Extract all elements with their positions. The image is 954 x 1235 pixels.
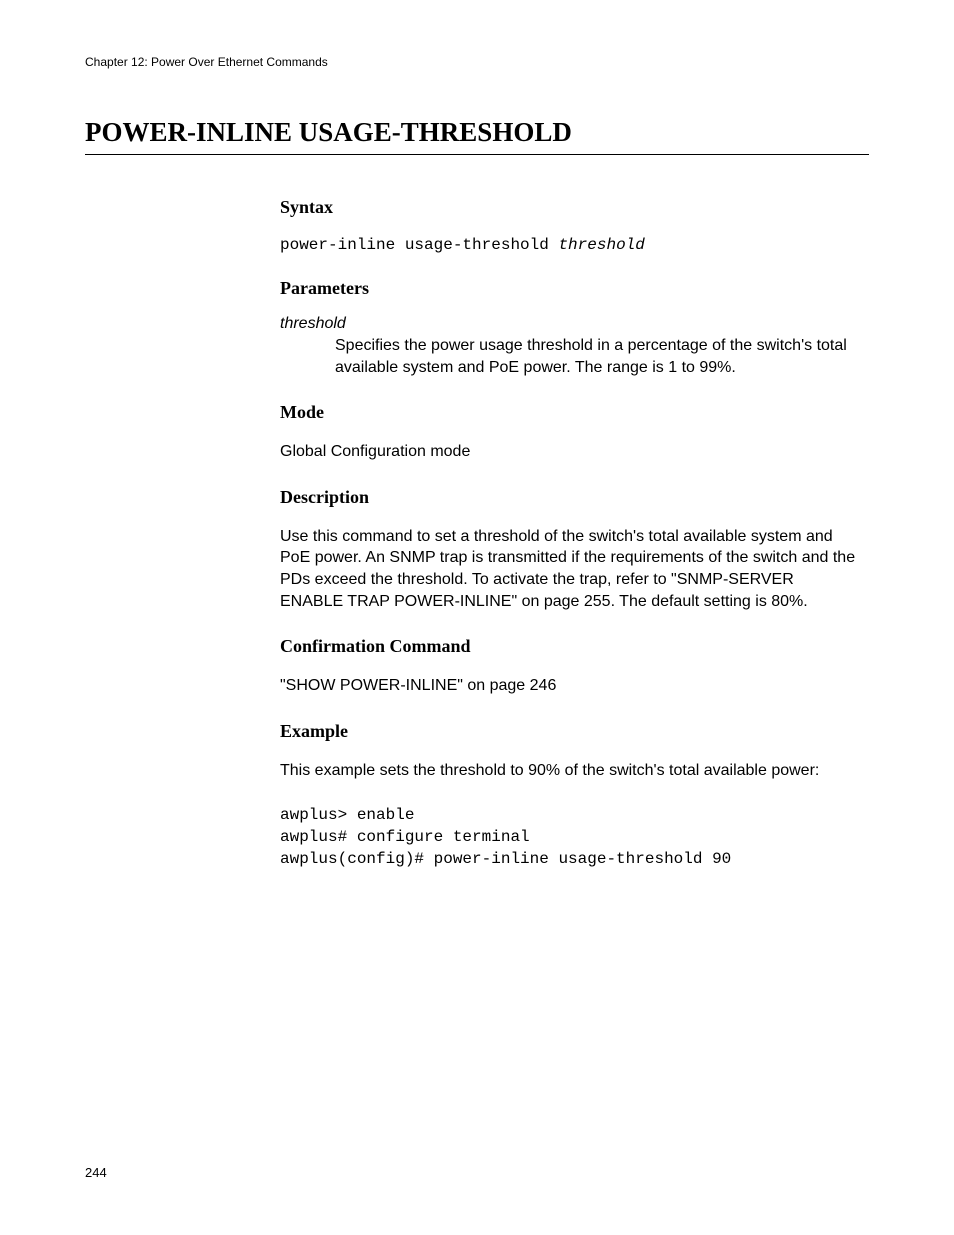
mode-heading: Mode — [280, 402, 859, 423]
description-text: Use this command to set a threshold of t… — [280, 526, 859, 612]
parameters-heading: Parameters — [280, 278, 859, 299]
description-heading: Description — [280, 487, 859, 508]
confirmation-text: "SHOW POWER-INLINE" on page 246 — [280, 675, 859, 697]
param-desc: Specifies the power usage threshold in a… — [335, 335, 859, 378]
content-area: Syntax power-inline usage-threshold thre… — [280, 197, 859, 870]
confirmation-heading: Confirmation Command — [280, 636, 859, 657]
example-heading: Example — [280, 721, 859, 742]
syntax-code: power-inline usage-threshold threshold — [280, 236, 859, 254]
chapter-header: Chapter 12: Power Over Ethernet Commands — [85, 55, 869, 69]
example-intro: This example sets the threshold to 90% o… — [280, 760, 859, 782]
page-title: POWER-INLINE USAGE-THRESHOLD — [85, 117, 869, 155]
syntax-arg: threshold — [558, 236, 644, 254]
example-code: awplus> enable awplus# configure termina… — [280, 805, 859, 870]
mode-text: Global Configuration mode — [280, 441, 859, 463]
syntax-command: power-inline usage-threshold — [280, 236, 558, 254]
param-name: threshold — [280, 315, 859, 333]
syntax-heading: Syntax — [280, 197, 859, 218]
page-number: 244 — [85, 1165, 107, 1180]
